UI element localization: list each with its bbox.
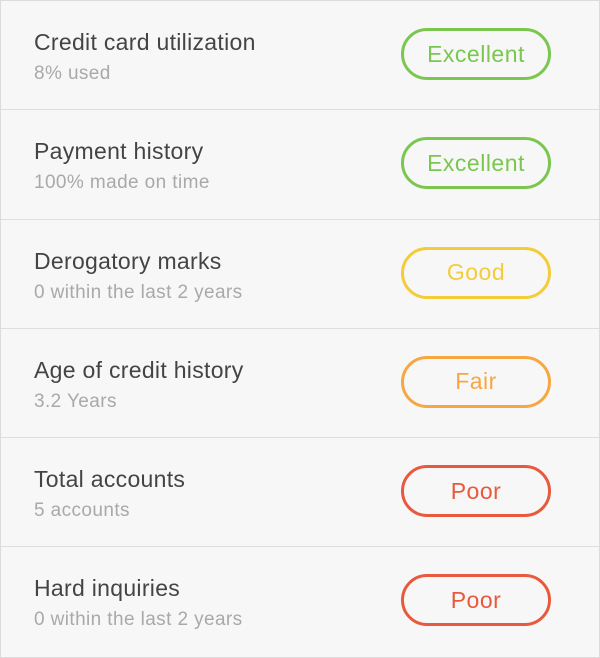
factor-title: Age of credit history bbox=[34, 356, 244, 383]
factor-title: Payment history bbox=[34, 138, 204, 165]
factor-row-hard-inquiries[interactable]: Hard inquiries 0 within the last 2 years… bbox=[1, 547, 599, 656]
rating-badge[interactable]: Good bbox=[401, 246, 551, 299]
factor-row-total-accounts[interactable]: Total accounts 5 accounts Poor bbox=[1, 438, 599, 548]
factor-title: Credit card utilization bbox=[34, 29, 256, 55]
factor-detail: 3.2 Years bbox=[34, 390, 117, 412]
factor-row-age-of-credit-history[interactable]: Age of credit history 3.2 Years Fair bbox=[1, 329, 599, 439]
rating-badge[interactable]: Excellent bbox=[401, 28, 551, 80]
rating-badge[interactable]: Excellent bbox=[401, 137, 551, 190]
factor-detail: 8% used bbox=[34, 63, 111, 84]
factor-row-credit-card-utilization[interactable]: Credit card utilization 8% used Excellen… bbox=[1, 1, 599, 111]
factor-title: Derogatory marks bbox=[34, 247, 222, 274]
factor-row-derogatory-marks[interactable]: Derogatory marks 0 within the last 2 yea… bbox=[1, 220, 599, 329]
factor-detail: 5 accounts bbox=[34, 500, 130, 522]
credit-factors-list: Credit card utilization 8% used Excellen… bbox=[0, 0, 600, 658]
factor-detail: 0 within the last 2 years bbox=[34, 609, 243, 631]
factor-title: Total accounts bbox=[34, 466, 186, 493]
factor-title: Hard inquiries bbox=[34, 575, 181, 602]
rating-badge[interactable]: Poor bbox=[401, 574, 551, 627]
rating-badge[interactable]: Fair bbox=[401, 355, 551, 408]
factor-row-payment-history[interactable]: Payment history 100% made on time Excell… bbox=[1, 110, 599, 220]
factor-detail: 100% made on time bbox=[34, 172, 210, 194]
rating-badge[interactable]: Poor bbox=[401, 465, 551, 518]
factor-detail: 0 within the last 2 years bbox=[34, 281, 243, 303]
